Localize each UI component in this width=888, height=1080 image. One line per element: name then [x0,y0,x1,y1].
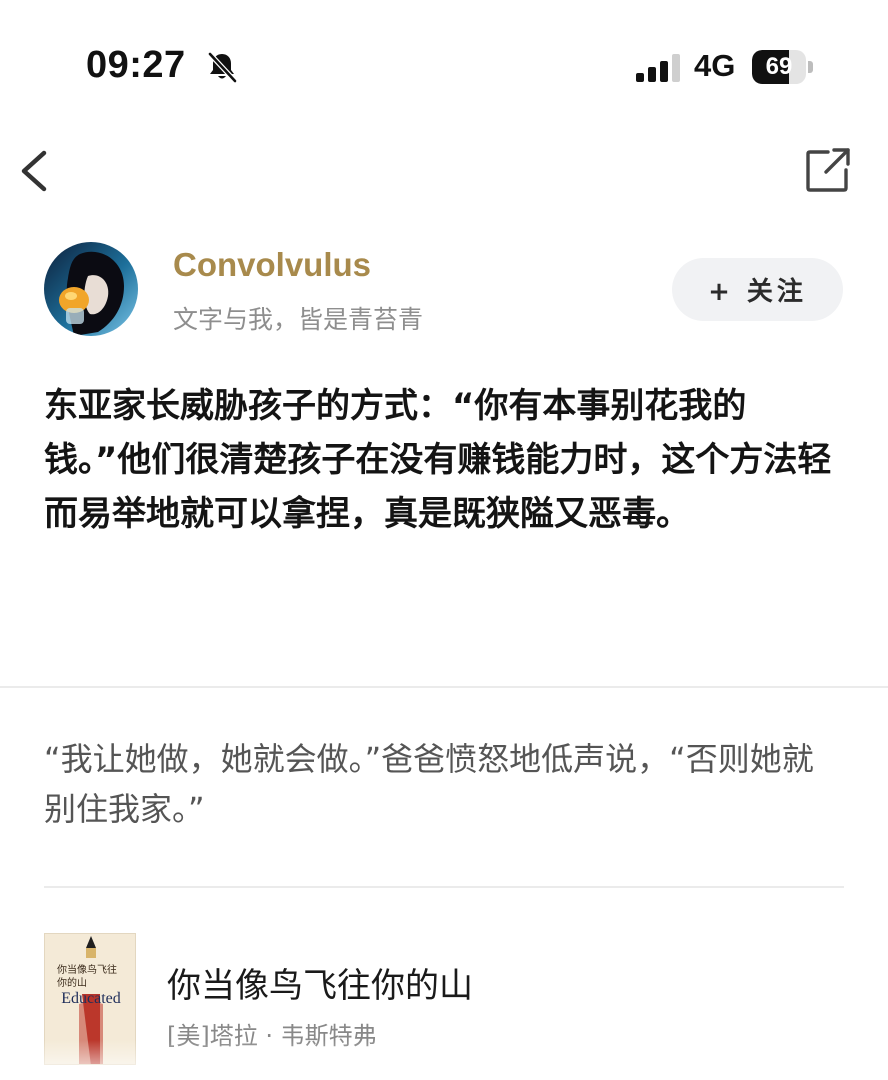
battery-cap [808,61,813,73]
section-divider [0,686,888,688]
book-quote: “我让她做，她就会做。”爸爸愤怒地低声说，“否则她就别住我家。” [44,740,814,828]
author-name[interactable]: Convolvulus [173,246,371,284]
post-text: 东亚家长威胁孩子的方式：“你有本事别花我的钱。”他们很清楚孩子在没有赚钱能力时，… [44,386,832,534]
network-type: 4G [694,48,736,83]
bell-slash-icon [207,51,238,84]
avatar[interactable] [44,242,138,336]
status-bar: 09:27 4G 69 [0,0,888,130]
author-bio: 文字与我，皆是青苔青 [173,305,424,334]
quote-divider [44,886,844,888]
share-icon[interactable] [802,146,854,196]
follow-button[interactable]: + 关注 [672,258,843,321]
book-cover[interactable]: 你当像鸟飞往你的山 Educated [44,933,136,1065]
battery-indicator: 69 [752,50,814,84]
book-cover-title: 你当像鸟飞往你的山 [57,965,117,989]
battery-level: 69 [765,53,793,80]
battery-body: 69 [752,50,806,84]
book-title[interactable]: 你当像鸟飞往你的山 [167,958,473,1007]
book-cover-english: Educated [61,990,121,1007]
status-time: 09:27 [86,44,186,86]
back-chevron-icon[interactable] [14,145,58,197]
signal-icon [636,54,680,82]
book-author: [美]塔拉 · 韦斯特弗 [167,1022,377,1050]
